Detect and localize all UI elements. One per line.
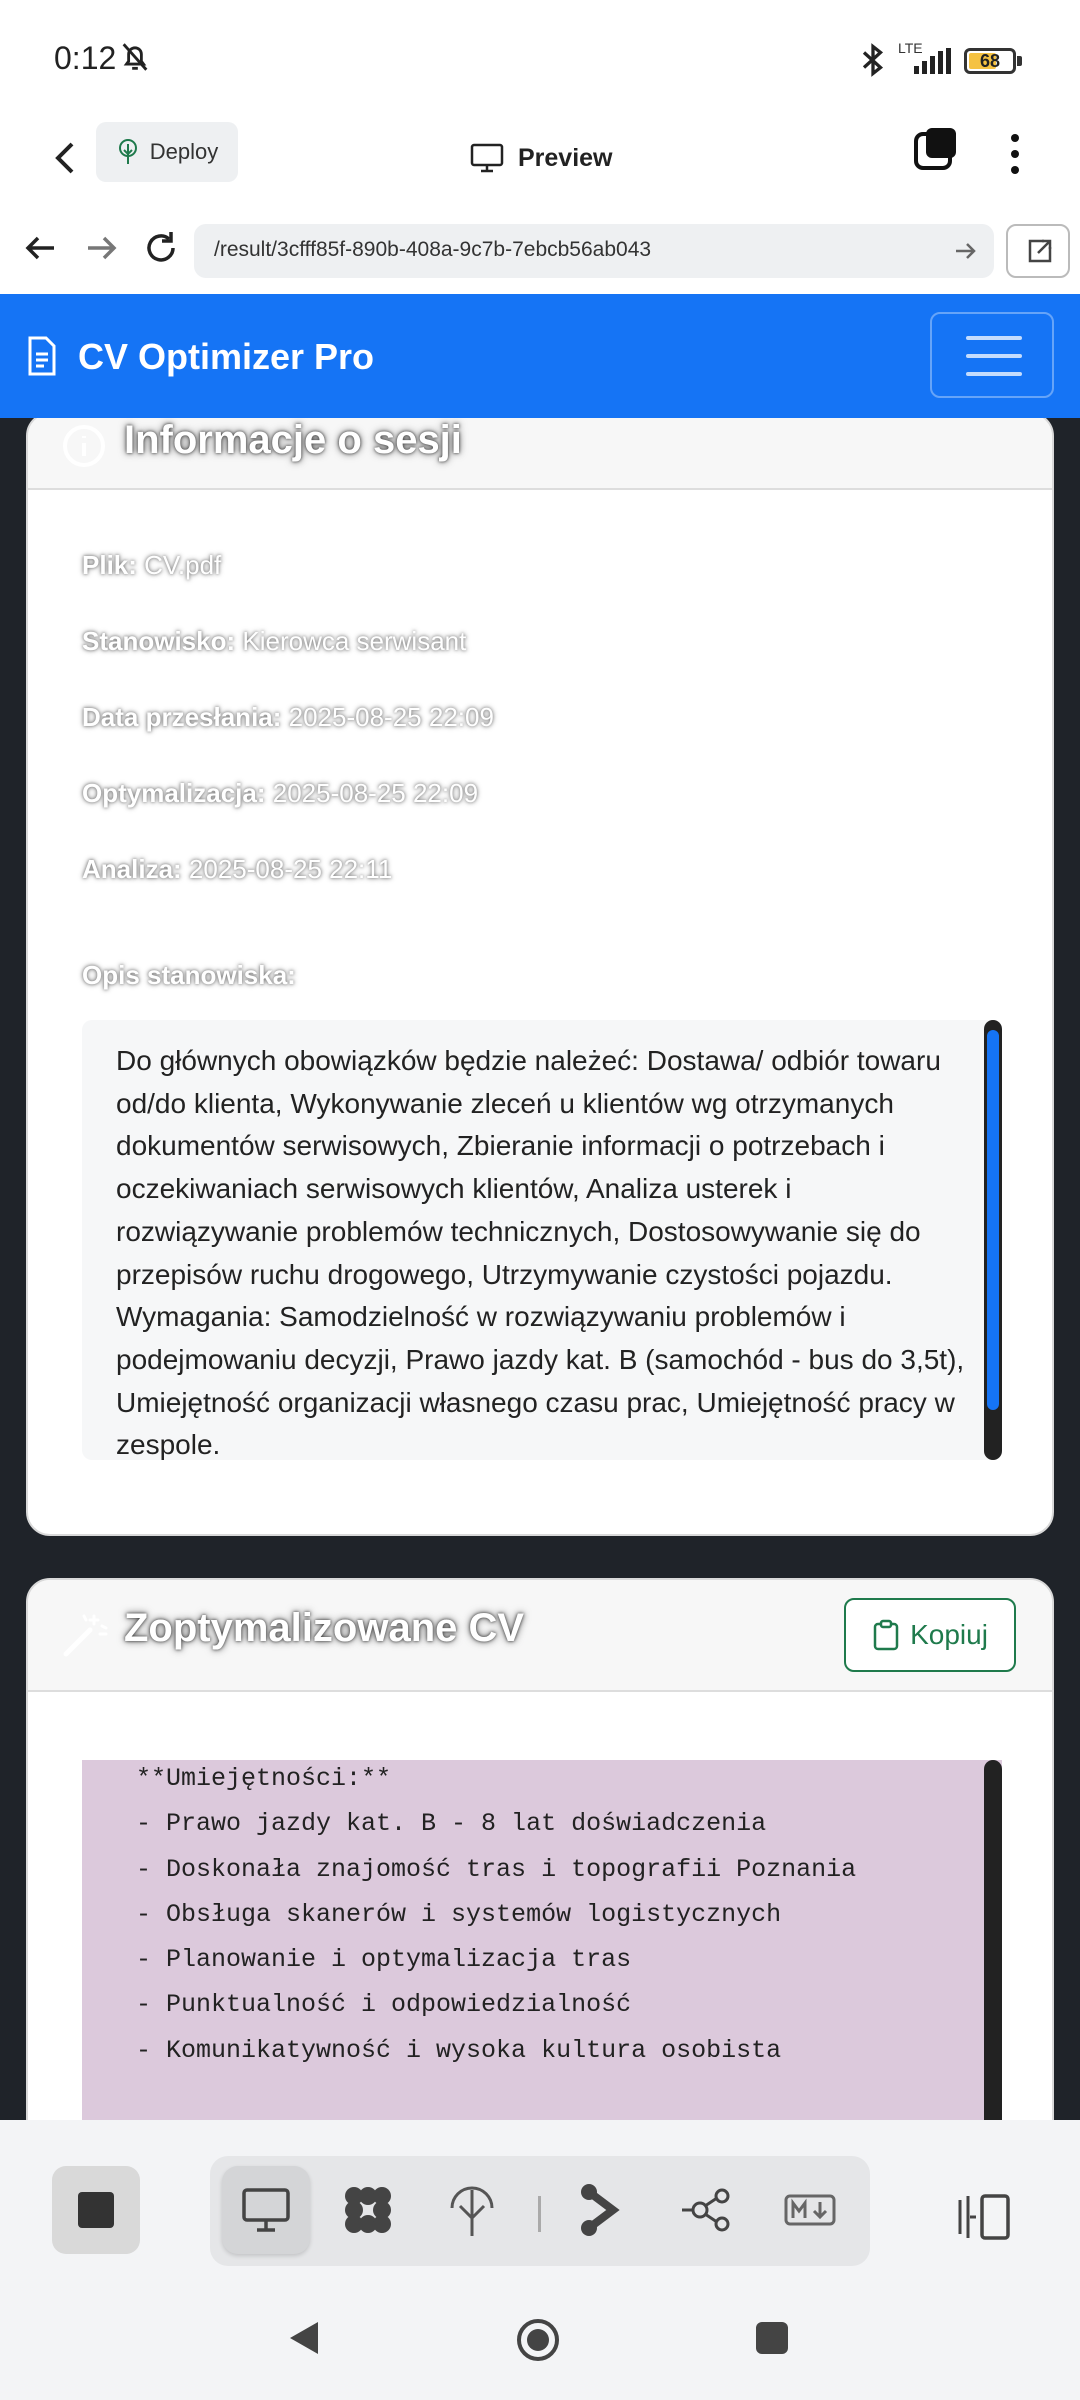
- description-scrollbar[interactable]: [984, 1020, 1002, 1460]
- upload-date-value: 2025-08-25 22:09: [288, 702, 494, 732]
- side-panel-icon[interactable]: [956, 2192, 1012, 2242]
- app-bar: Deploy Preview: [0, 110, 1080, 208]
- copy-button[interactable]: Kopiuj: [844, 1598, 1016, 1672]
- open-external-button[interactable]: [1006, 224, 1070, 278]
- flow-button[interactable]: [556, 2166, 644, 2254]
- stop-icon: [78, 2192, 114, 2228]
- status-time: 0:12: [54, 40, 117, 76]
- components-button[interactable]: [324, 2166, 412, 2254]
- description-label-text: Opis stanowiska:: [82, 960, 296, 990]
- job-description-text: Do głównych obowiązków będzie należeć: D…: [116, 1045, 965, 1460]
- position-value: Kierowca serwisant: [242, 626, 467, 656]
- tool-group: [210, 2156, 870, 2266]
- flow-icon: [581, 2184, 620, 2236]
- position-row: Stanowisko: Kierowca serwisant: [82, 626, 466, 657]
- job-description-box[interactable]: Do głównych obowiązków będzie należeć: D…: [82, 1020, 1002, 1460]
- grid-blob-icon: [345, 2187, 391, 2233]
- bottom-toolbar: [0, 2120, 1080, 2290]
- optimization-date-value: 2025-08-25 22:09: [272, 778, 479, 808]
- document-icon: [28, 336, 56, 376]
- optimized-cv-card: Zoptymalizowane CV Kopiuj **Umiejętności…: [26, 1578, 1054, 2120]
- description-scroll-thumb[interactable]: [987, 1030, 999, 1410]
- monitor-icon: [242, 2188, 290, 2232]
- address-bar: /result/3cfff85f-890b-408a-9c7b-7ebcb56a…: [0, 206, 1080, 292]
- external-link-icon: [1028, 239, 1052, 263]
- page-content: Informacje o sesji Plik: CV.pdf Stanowis…: [0, 418, 1080, 2120]
- analysis-date-label: Analiza:: [82, 854, 182, 884]
- markdown-button[interactable]: [766, 2166, 854, 2254]
- optimized-cv-box[interactable]: **Umiejętności:** - Prawo jazdy kat. B -…: [82, 1760, 1002, 2120]
- system-back-icon[interactable]: [286, 2318, 322, 2358]
- session-info-card: Informacje o sesji Plik: CV.pdf Stanowis…: [26, 418, 1054, 1536]
- upload-date-label: Data przesłania:: [82, 702, 282, 732]
- cv-title: Zoptymalizowane CV: [124, 1606, 525, 1650]
- go-arrow-icon[interactable]: [950, 236, 980, 266]
- deploy-tool-button[interactable]: [428, 2166, 516, 2254]
- nav-back-arrow-icon[interactable]: [20, 224, 62, 272]
- file-label: Plik:: [82, 550, 137, 580]
- magic-wand-icon: [63, 1614, 108, 1657]
- tool-divider: [538, 2196, 541, 2232]
- signal-icon: [914, 48, 951, 74]
- session-title: Informacje o sesji: [124, 418, 462, 462]
- brand-name[interactable]: CV Optimizer Pro: [78, 336, 374, 378]
- connections-button[interactable]: [662, 2166, 750, 2254]
- system-recents-icon[interactable]: [756, 2322, 788, 2354]
- clipboard-icon: [873, 1619, 899, 1651]
- battery-level: 68: [979, 51, 1001, 71]
- back-button[interactable]: [40, 130, 90, 186]
- copy-label: Kopiuj: [910, 1619, 988, 1650]
- deploy-label: Deploy: [149, 139, 219, 164]
- session-card-header: Informacje o sesji: [28, 418, 1052, 490]
- preview-title[interactable]: Preview: [470, 130, 613, 186]
- site-navbar: CV Optimizer Pro: [0, 294, 1080, 418]
- preview-label: Preview: [518, 143, 613, 172]
- markdown-icon: [784, 2194, 836, 2226]
- bluetooth-icon: [862, 43, 884, 77]
- tree-icon: [450, 2186, 494, 2236]
- stop-button[interactable]: [52, 2166, 140, 2254]
- analysis-date-row: Analiza: 2025-08-25 22:11: [82, 854, 392, 885]
- reload-icon[interactable]: [140, 224, 182, 272]
- upload-date-row: Data przesłania: 2025-08-25 22:09: [82, 702, 494, 733]
- optimized-cv-text: **Umiejętności:** - Prawo jazdy kat. B -…: [136, 1764, 857, 2065]
- tree-icon: [118, 139, 137, 164]
- battery-tip: [1017, 56, 1022, 66]
- bell-muted-icon: [122, 43, 148, 71]
- optimization-date-row: Optymalizacja: 2025-08-25 22:09: [82, 778, 478, 809]
- more-vertical-icon[interactable]: [1000, 126, 1030, 182]
- monitor-icon: [470, 143, 504, 173]
- optimization-date-label: Optymalizacja:: [82, 778, 266, 808]
- system-home-icon[interactable]: [516, 2318, 560, 2362]
- file-row: Plik: CV.pdf: [82, 550, 221, 581]
- battery-indicator: 68: [964, 48, 1016, 74]
- file-value: CV.pdf: [144, 550, 222, 580]
- cv-card-header: Zoptymalizowane CV Kopiuj: [28, 1580, 1052, 1692]
- menu-line: [966, 372, 1022, 376]
- cv-scrollbar[interactable]: [984, 1760, 1002, 2120]
- share-nodes-icon: [682, 2188, 730, 2232]
- description-label: Opis stanowiska:: [82, 960, 296, 991]
- menu-line: [966, 354, 1022, 358]
- nav-forward-arrow-icon[interactable]: [80, 224, 122, 272]
- url-field[interactable]: /result/3cfff85f-890b-408a-9c7b-7ebcb56a…: [194, 224, 994, 278]
- analysis-date-value: 2025-08-25 22:11: [188, 854, 393, 884]
- system-navigation-bar: [0, 2280, 1080, 2400]
- menu-toggle-button[interactable]: [930, 312, 1054, 398]
- deploy-button[interactable]: Deploy: [96, 122, 238, 182]
- info-icon: [63, 425, 105, 467]
- desktop-view-button[interactable]: [222, 2166, 310, 2254]
- url-text: /result/3cfff85f-890b-408a-9c7b-7ebcb56a…: [214, 238, 652, 261]
- menu-line: [966, 336, 1022, 340]
- tabs-icon[interactable]: [912, 126, 958, 172]
- status-bar: 0:12 LTE 68: [0, 0, 1080, 110]
- position-label: Stanowisko:: [82, 626, 236, 656]
